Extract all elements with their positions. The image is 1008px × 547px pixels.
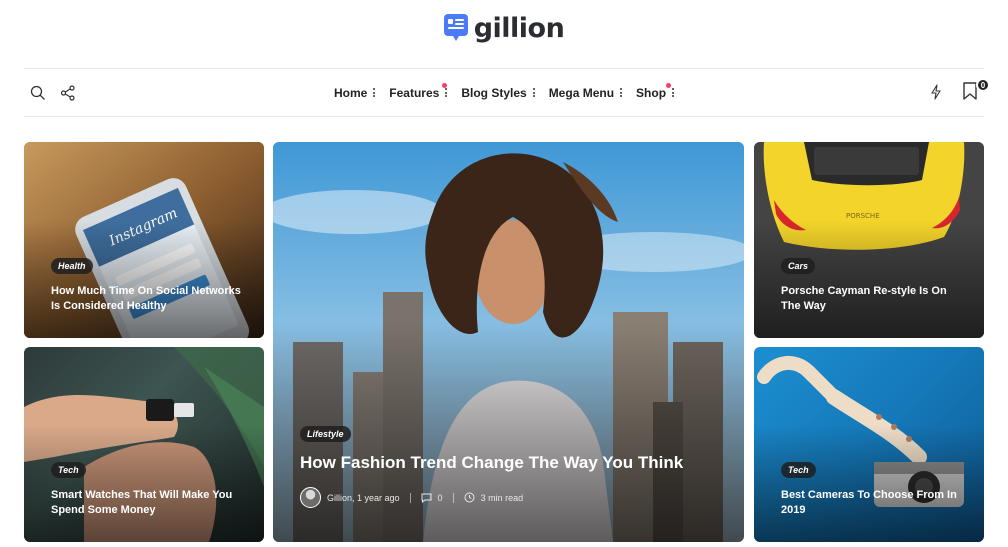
- new-indicator-dot: [442, 82, 448, 88]
- nav-item-label: Mega Menu: [548, 85, 615, 100]
- author-and-date[interactable]: Gillion, 1 year ago: [327, 493, 400, 503]
- nav-item-label: Blog Styles: [461, 85, 527, 100]
- main-navbar: Home Features Blog Styles Mega Menu Shop: [24, 68, 990, 117]
- comment-count[interactable]: 0: [438, 493, 443, 503]
- category-badge[interactable]: Tech: [781, 462, 816, 478]
- category-badge[interactable]: Lifestyle: [300, 426, 351, 442]
- site-logo[interactable]: gillion: [0, 8, 1008, 48]
- nav-item-shop[interactable]: Shop: [636, 82, 675, 100]
- read-time: 3 min read: [480, 492, 524, 503]
- nav-item-home[interactable]: Home: [333, 85, 376, 100]
- avatar[interactable]: [300, 487, 321, 508]
- category-badge[interactable]: Tech: [51, 462, 86, 478]
- post-title[interactable]: Smart Watches That Will Make You Spend S…: [51, 488, 246, 518]
- post-card-health[interactable]: Instagram Health How Much Time On Social…: [24, 142, 264, 338]
- nav-item-blog-styles[interactable]: Blog Styles: [461, 85, 535, 100]
- post-card-cameras[interactable]: Tech Best Cameras To Choose From In 2019: [754, 347, 984, 542]
- nav-item-features[interactable]: Features: [389, 82, 448, 100]
- more-dots-icon: [532, 88, 535, 97]
- post-title[interactable]: Best Cameras To Choose From In 2019: [781, 488, 966, 518]
- comment-icon: [421, 493, 432, 503]
- nav-item-label: Features: [389, 85, 440, 100]
- nav-item-label: Home: [333, 85, 368, 100]
- nav-item-mega-menu[interactable]: Mega Menu: [548, 85, 623, 100]
- more-dots-icon: [373, 88, 376, 97]
- featured-post-card[interactable]: Lifestyle How Fashion Trend Change The W…: [273, 142, 744, 542]
- post-title[interactable]: How Fashion Trend Change The Way You Thi…: [300, 452, 726, 474]
- bookmark-button[interactable]: 0: [962, 78, 990, 103]
- flash-icon[interactable]: [926, 82, 946, 102]
- nav-item-label: Shop: [636, 85, 667, 100]
- bookmark-count-badge: 0: [976, 78, 990, 92]
- logo-text: gillion: [473, 12, 565, 44]
- post-meta: Gillion, 1 year ago 0 3 min read: [300, 487, 726, 508]
- more-dots-icon: [445, 88, 448, 97]
- post-card-smart-watches[interactable]: Tech Smart Watches That Will Make You Sp…: [24, 347, 264, 542]
- nav-menu: Home Features Blog Styles Mega Menu Shop: [24, 69, 984, 116]
- clock-icon: [464, 492, 475, 503]
- new-indicator-dot: [666, 82, 672, 88]
- post-card-cars[interactable]: PORSCHE Cars Porsche Cayman Re-style Is …: [754, 142, 984, 338]
- more-dots-icon: [620, 88, 623, 97]
- category-badge[interactable]: Cars: [781, 258, 816, 274]
- more-dots-icon: [672, 88, 675, 97]
- post-title[interactable]: How Much Time On Social Networks Is Cons…: [51, 284, 246, 314]
- post-title[interactable]: Porsche Cayman Re-style Is On The Way: [781, 284, 966, 314]
- category-badge[interactable]: Health: [51, 258, 93, 274]
- logo-icon: [443, 14, 468, 42]
